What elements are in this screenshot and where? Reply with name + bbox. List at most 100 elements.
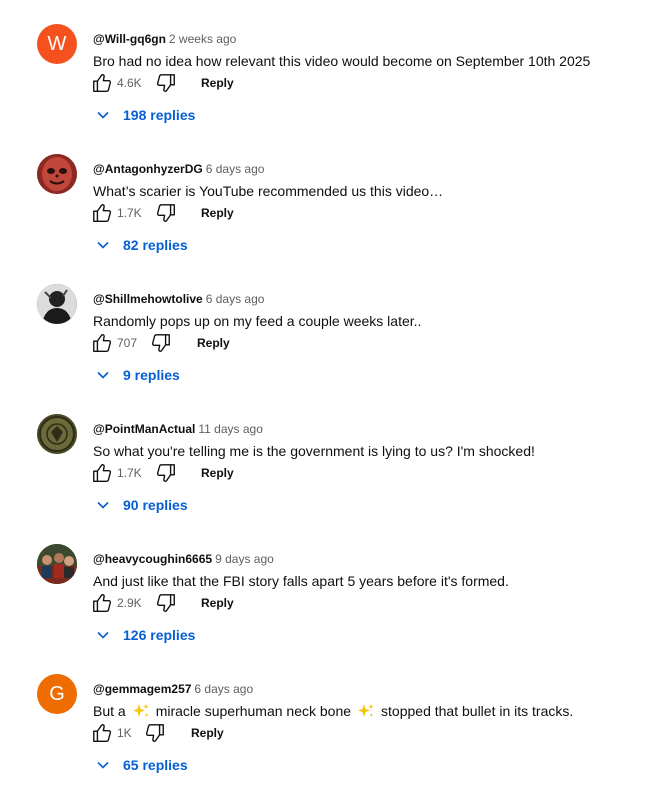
avatar[interactable]: G [37, 674, 77, 714]
replies-count: 198 replies [123, 107, 196, 123]
like-count: 1K [117, 726, 132, 740]
comment-meta: @heavycoughin6665 9 days ago [93, 551, 274, 567]
view-replies-button[interactable]: 198 replies [96, 103, 195, 127]
avatar[interactable] [37, 154, 77, 194]
comment-text: Randomly pops up on my feed a couple wee… [93, 311, 421, 331]
comment-meta: @PointManActual 11 days ago [93, 421, 263, 437]
comment-author[interactable]: @PointManActual [93, 422, 195, 436]
comment-text-part: Randomly pops up on my feed a couple wee… [93, 313, 422, 329]
dislike-icon[interactable] [155, 202, 177, 224]
comment-text-part: Bro had no idea how relevant this video … [93, 53, 591, 69]
reply-button[interactable]: Reply [201, 466, 234, 480]
avatar-letter: G [49, 682, 65, 705]
avatar[interactable] [37, 544, 77, 584]
comment-item: @Shillmehowtolive 6 days ago Randomly pop… [0, 284, 655, 414]
comment-meta: @Will-gq6gn 2 weeks ago [93, 31, 236, 47]
replies-count: 90 replies [123, 497, 188, 513]
comment-author[interactable]: @gemmagem257 [93, 682, 191, 696]
comment-text: And just like that the FBI story falls a… [93, 571, 509, 591]
chevron-down-icon [97, 501, 109, 509]
like-icon[interactable] [91, 332, 113, 354]
dislike-icon[interactable] [150, 332, 172, 354]
dislike-icon[interactable] [155, 592, 177, 614]
comment-text: What’s scarier is YouTube recommended us… [93, 181, 443, 201]
chevron-down-icon [97, 111, 109, 119]
emblem-avatar-icon [37, 414, 77, 454]
comment-text: But a miracle superhuman neck bone stopped… [93, 701, 573, 721]
comment-meta: @Shillmehowtolive 6 days ago [93, 291, 264, 307]
comment-actions: 4.6K Reply [91, 72, 391, 98]
comment-text-part: miracle superhuman neck bone [155, 703, 352, 719]
like-icon[interactable] [91, 72, 113, 94]
like-count: 1.7K [117, 206, 142, 220]
avatar[interactable]: W [37, 24, 77, 64]
comment-time[interactable]: 2 weeks ago [169, 32, 236, 46]
replies-count: 126 replies [123, 627, 196, 643]
comment-time[interactable]: 6 days ago [206, 292, 265, 306]
chevron-down-icon [97, 761, 109, 769]
comment-author[interactable]: @AntagonhyzerDG [93, 162, 203, 176]
replies-count: 9 replies [123, 367, 180, 383]
comment-item: @PointManActual 11 days ago So what you'r… [0, 414, 655, 544]
comment-meta: @AntagonhyzerDG 6 days ago [93, 161, 264, 177]
like-icon[interactable] [91, 202, 113, 224]
comment-actions: 707 Reply [91, 332, 391, 358]
group-photo-avatar-icon [37, 544, 77, 584]
comment-author[interactable]: @Shillmehowtolive [93, 292, 203, 306]
like-count: 1.7K [117, 466, 142, 480]
comment-item: @heavycoughin6665 9 days ago And just lik… [0, 544, 655, 674]
comment-text-part: And just like that the FBI story falls a… [93, 573, 509, 589]
dislike-icon[interactable] [144, 722, 166, 744]
comment-item: G @gemmagem257 6 days ago But a miracle su… [0, 674, 655, 804]
reply-button[interactable]: Reply [191, 726, 224, 740]
sparkles-icon [358, 704, 374, 717]
view-replies-button[interactable]: 90 replies [96, 493, 188, 517]
comment-time[interactable]: 11 days ago [198, 422, 263, 436]
comment-meta: @gemmagem257 6 days ago [93, 681, 253, 697]
reply-button[interactable]: Reply [197, 336, 230, 350]
dislike-icon[interactable] [155, 462, 177, 484]
reply-button[interactable]: Reply [201, 206, 234, 220]
like-icon[interactable] [91, 592, 113, 614]
reply-button[interactable]: Reply [201, 596, 234, 610]
comment-actions: 1.7K Reply [91, 202, 391, 228]
like-count: 4.6K [117, 76, 142, 90]
comment-actions: 1K Reply [91, 722, 391, 748]
comment-item: W @Will-gq6gn 2 weeks ago Bro had no idea… [0, 24, 655, 154]
comment-text-part: But a [93, 703, 126, 719]
chevron-down-icon [97, 371, 109, 379]
comment-item: @AntagonhyzerDG 6 days ago What’s scarier… [0, 154, 655, 284]
reply-button[interactable]: Reply [201, 76, 234, 90]
view-replies-button[interactable]: 9 replies [96, 363, 180, 387]
replies-count: 82 replies [123, 237, 188, 253]
sparkles-icon [132, 704, 149, 717]
comment-time[interactable]: 9 days ago [215, 552, 274, 566]
comment-text-part: What’s scarier is YouTube recommended us… [93, 183, 444, 199]
comment-text-part: So what you're telling me is the governm… [93, 443, 535, 459]
comment-author[interactable]: @heavycoughin6665 [93, 552, 212, 566]
comment-actions: 2.9K Reply [91, 592, 391, 618]
like-icon[interactable] [91, 722, 113, 744]
dislike-icon[interactable] [155, 72, 177, 94]
comment-actions: 1.7K Reply [91, 462, 391, 488]
like-count: 2.9K [117, 596, 142, 610]
comment-text: So what you're telling me is the governm… [93, 441, 535, 461]
chevron-down-icon [97, 631, 109, 639]
like-count: 707 [117, 336, 138, 350]
view-replies-button[interactable]: 65 replies [96, 753, 188, 777]
avatar-letter: W [47, 32, 67, 55]
avatar[interactable] [37, 414, 77, 454]
comment-time[interactable]: 6 days ago [206, 162, 265, 176]
replies-count: 65 replies [123, 757, 188, 773]
view-replies-button[interactable]: 126 replies [96, 623, 195, 647]
skull-mask-avatar-icon [37, 154, 77, 194]
avatar[interactable] [37, 284, 77, 324]
view-replies-button[interactable]: 82 replies [96, 233, 188, 257]
comment-text-part: stopped that bullet in its tracks. [381, 703, 574, 719]
like-icon[interactable] [91, 462, 113, 484]
comment-time[interactable]: 6 days ago [194, 682, 253, 696]
bw-portrait-avatar-icon [37, 284, 77, 324]
chevron-down-icon [97, 241, 109, 249]
comment-text: Bro had no idea how relevant this video … [93, 51, 590, 71]
comment-author[interactable]: @Will-gq6gn [93, 32, 166, 46]
